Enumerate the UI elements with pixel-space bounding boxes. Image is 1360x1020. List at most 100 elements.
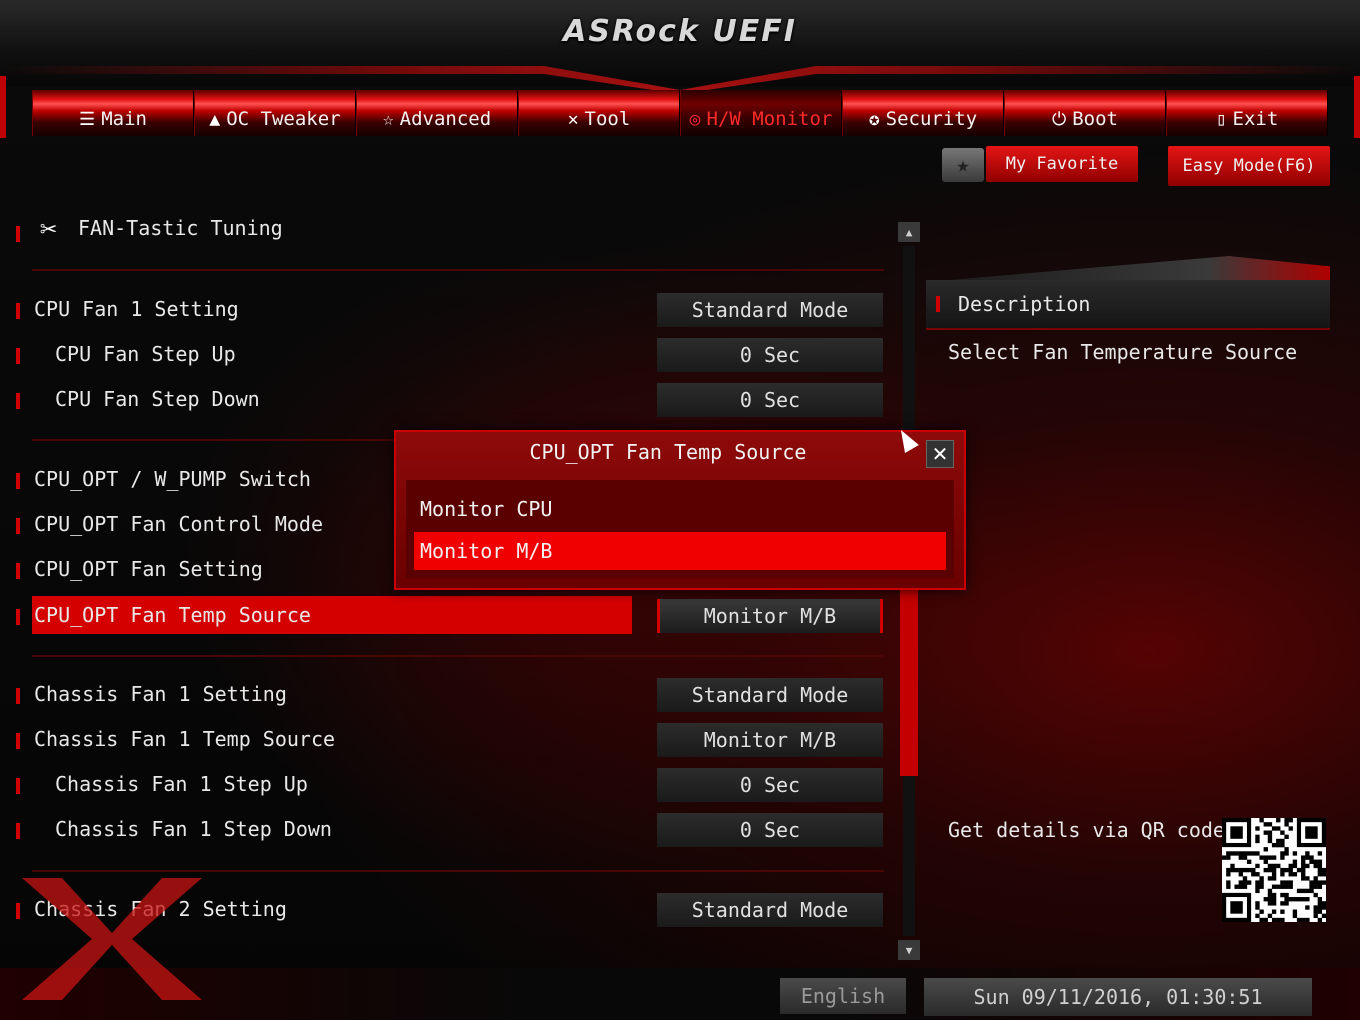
language-button[interactable]: English bbox=[780, 978, 906, 1014]
tab-tool[interactable]: ✕ Tool bbox=[518, 90, 680, 136]
setting-label: Chassis Fan 1 Temp Source bbox=[34, 727, 336, 751]
tab-label: H/W Monitor bbox=[706, 108, 833, 130]
description-text: Select Fan Temperature Source bbox=[948, 340, 1298, 364]
tab-label: Main bbox=[101, 108, 147, 130]
close-icon: ✕ bbox=[931, 442, 949, 466]
qr-code-pattern bbox=[1222, 818, 1327, 923]
exit-icon: ▯ bbox=[1215, 109, 1227, 130]
my-favorite-button[interactable]: My Favorite bbox=[986, 146, 1138, 182]
tab-security[interactable]: ✪ Security bbox=[842, 90, 1004, 136]
setting-value-button[interactable]: Monitor M/B bbox=[657, 599, 883, 633]
setting-row[interactable]: Chassis Fan 1 Step Down 0 Sec bbox=[16, 813, 886, 849]
wrench-screwdriver-icon: ✂ bbox=[40, 212, 57, 245]
setting-value-button[interactable]: 0 Sec bbox=[657, 383, 883, 417]
setting-value-button[interactable]: Standard Mode bbox=[657, 293, 883, 327]
setting-label: Chassis Fan 1 Step Up bbox=[55, 772, 308, 796]
setting-label: CPU Fan Step Down bbox=[55, 387, 260, 411]
row-marker bbox=[16, 473, 20, 489]
rocket-icon: ▲ bbox=[209, 109, 221, 130]
popup-option[interactable]: Monitor CPU bbox=[414, 490, 946, 528]
row-marker bbox=[16, 518, 20, 534]
row-marker bbox=[16, 688, 20, 704]
setting-row[interactable]: CPU Fan 1 Setting Standard Mode bbox=[16, 293, 886, 329]
row-marker bbox=[16, 823, 20, 839]
caret-down-icon: ▼ bbox=[905, 943, 913, 957]
watermark-logo bbox=[22, 878, 202, 1000]
setting-label: CPU_OPT / W_PUMP Switch bbox=[34, 467, 311, 491]
divider bbox=[32, 870, 884, 872]
row-marker bbox=[16, 303, 20, 319]
setting-label: CPU_OPT Fan Control Mode bbox=[34, 512, 323, 536]
left-accent bbox=[0, 76, 6, 138]
scroll-up-button[interactable]: ▲ bbox=[898, 222, 920, 242]
power-icon: ⏻ bbox=[1051, 109, 1067, 130]
app-title: ASRock UEFI bbox=[563, 14, 797, 49]
tab-label: Boot bbox=[1072, 108, 1118, 130]
tab-hw-monitor[interactable]: ◎ H/W Monitor bbox=[680, 90, 842, 136]
setting-label: CPU_OPT Fan Temp Source bbox=[34, 603, 311, 627]
shield-icon: ✪ bbox=[868, 109, 880, 130]
temp-source-popup: CPU_OPT Fan Temp Source ✕ Monitor CPU Mo… bbox=[394, 430, 966, 590]
list-icon: ☰ bbox=[79, 109, 96, 130]
popup-option-selected[interactable]: Monitor M/B bbox=[414, 532, 946, 570]
setting-label: CPU Fan Step Up bbox=[55, 342, 236, 366]
description-title: Description bbox=[958, 292, 1091, 316]
qr-code-image bbox=[1222, 818, 1327, 923]
tab-main[interactable]: ☰ Main bbox=[32, 90, 194, 136]
setting-label: CPU Fan 1 Setting bbox=[34, 297, 239, 321]
star-icon: ☆ bbox=[382, 109, 394, 130]
setting-row[interactable]: Chassis Fan 1 Temp Source Monitor M/B bbox=[16, 723, 886, 759]
tab-oc-tweaker[interactable]: ▲ OC Tweaker bbox=[194, 90, 356, 136]
row-marker bbox=[16, 563, 20, 579]
popup-close-button[interactable]: ✕ bbox=[926, 440, 954, 468]
monitor-gauge-icon: ◎ bbox=[689, 109, 701, 130]
setting-value-button[interactable]: 0 Sec bbox=[657, 768, 883, 802]
tab-advanced[interactable]: ☆ Advanced bbox=[356, 90, 518, 136]
tab-label: OC Tweaker bbox=[226, 108, 341, 130]
row-marker bbox=[16, 393, 20, 409]
easy-mode-button[interactable]: Easy Mode(F6) bbox=[1168, 146, 1330, 186]
row-marker bbox=[16, 733, 20, 749]
header-glow bbox=[0, 66, 1360, 90]
datetime-display: Sun 09/11/2016, 01:30:51 bbox=[924, 978, 1312, 1016]
setting-value-button[interactable]: Standard Mode bbox=[657, 893, 883, 927]
tools-icon: ✕ bbox=[567, 109, 579, 130]
favorite-star-button[interactable]: ★ bbox=[942, 148, 984, 182]
tab-label: Advanced bbox=[399, 108, 492, 130]
setting-value-button[interactable]: 0 Sec bbox=[657, 813, 883, 847]
row-marker bbox=[16, 609, 20, 625]
row-marker bbox=[16, 778, 20, 794]
setting-label: Chassis Fan 1 Setting bbox=[34, 682, 287, 706]
popup-option-list: Monitor CPU Monitor M/B bbox=[406, 480, 954, 578]
setting-row[interactable]: Chassis Fan 1 Step Up 0 Sec bbox=[16, 768, 886, 804]
setting-row[interactable]: Chassis Fan 1 Setting Standard Mode bbox=[16, 678, 886, 714]
section-label: FAN-Tastic Tuning bbox=[78, 216, 283, 240]
setting-value-button[interactable]: 0 Sec bbox=[657, 338, 883, 372]
qr-code-label: Get details via QR code bbox=[948, 818, 1225, 842]
scroll-down-button[interactable]: ▼ bbox=[898, 940, 920, 960]
setting-label: Chassis Fan 1 Step Down bbox=[55, 817, 332, 841]
right-accent bbox=[1354, 76, 1360, 138]
tab-label: Exit bbox=[1232, 108, 1279, 130]
setting-row[interactable]: CPU Fan Step Down 0 Sec bbox=[16, 383, 886, 419]
setting-value-button[interactable]: Monitor M/B bbox=[657, 723, 883, 757]
tab-exit[interactable]: ▯ Exit bbox=[1166, 90, 1328, 136]
header: ASRock UEFI bbox=[0, 0, 1360, 90]
tab-bar: ☰ Main ▲ OC Tweaker ☆ Advanced ✕ Tool ◎ … bbox=[32, 90, 1328, 138]
setting-row-selected[interactable]: CPU_OPT Fan Temp Source Monitor M/B bbox=[16, 596, 886, 635]
row-marker bbox=[16, 903, 20, 919]
scrollbar-thumb[interactable] bbox=[900, 590, 918, 776]
star-icon: ★ bbox=[956, 152, 970, 178]
uefi-screen: ASRock UEFI ☰ Main ▲ OC Tweaker ☆ Advanc… bbox=[0, 0, 1360, 1020]
description-header-decoration bbox=[926, 256, 1330, 282]
popup-title: CPU_OPT Fan Temp Source bbox=[529, 440, 807, 464]
setting-value-button[interactable]: Standard Mode bbox=[657, 678, 883, 712]
divider bbox=[32, 269, 884, 271]
setting-row[interactable]: CPU Fan Step Up 0 Sec bbox=[16, 338, 886, 374]
caret-up-icon: ▲ bbox=[905, 225, 913, 239]
tab-boot[interactable]: ⏻ Boot bbox=[1004, 90, 1166, 136]
row-marker bbox=[16, 348, 20, 364]
setting-label: CPU_OPT Fan Setting bbox=[34, 557, 263, 581]
tab-label: Tool bbox=[584, 108, 631, 130]
row-marker bbox=[16, 226, 20, 242]
